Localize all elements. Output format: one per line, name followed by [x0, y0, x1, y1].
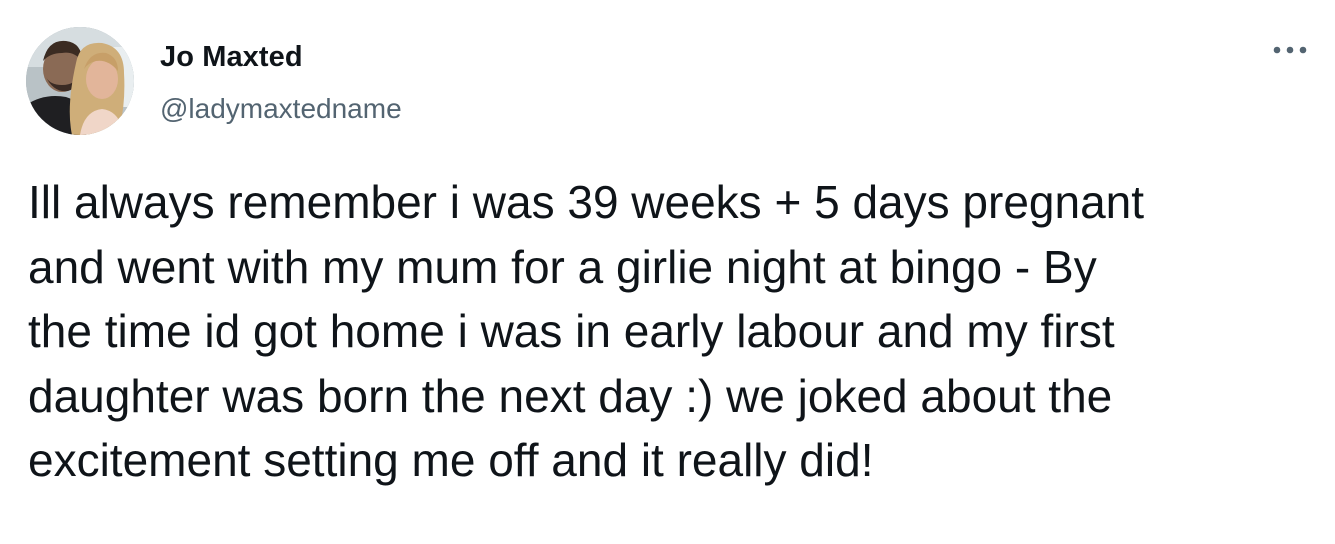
author-handle[interactable]: @ladymaxtedname: [160, 93, 402, 125]
tweet-text: Ill always remember i was 39 weeks + 5 d…: [28, 170, 1308, 493]
tweet-card: Jo Maxted @ladymaxtedname Ill always rem…: [0, 0, 1335, 544]
tweet-text-line: daughter was born the next day :) we jok…: [28, 369, 1113, 422]
more-horizontal-icon: [1273, 46, 1307, 54]
avatar[interactable]: [26, 27, 134, 135]
tweet-text-line: Ill always remember i was 39 weeks + 5 d…: [28, 176, 1145, 228]
more-options-button[interactable]: [1268, 36, 1312, 64]
author-display-name[interactable]: Jo Maxted: [160, 41, 303, 74]
tweet-text-line: excitement setting me off and it really …: [28, 434, 874, 486]
profile-photo-icon: [26, 27, 134, 135]
tweet-text-line: and went with my mum for a girlie night …: [28, 240, 1097, 293]
tweet-text-line: the time id got home i was in early labo…: [28, 305, 1115, 357]
